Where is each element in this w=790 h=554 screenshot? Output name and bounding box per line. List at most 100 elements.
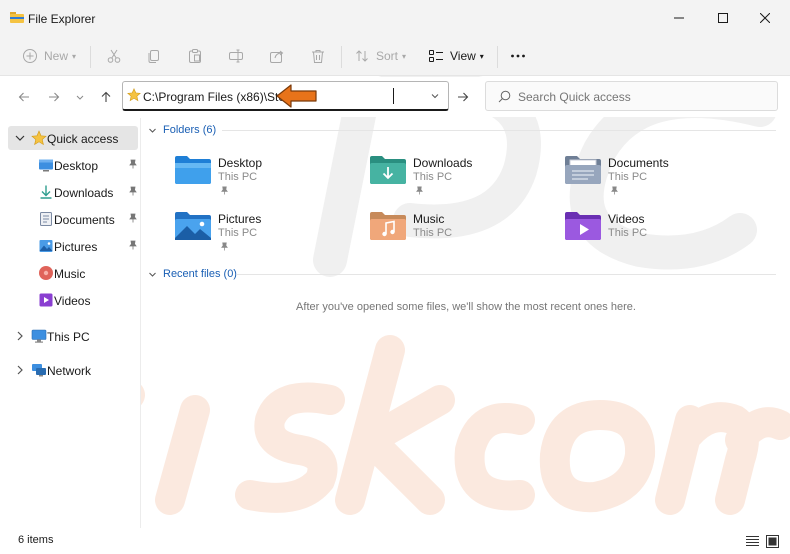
document-icon [40, 212, 52, 226]
pin-icon [129, 186, 137, 196]
search-input[interactable] [518, 89, 768, 105]
folder-tile-documents[interactable]: Documents This PC [564, 154, 754, 204]
folder-name: Pictures [218, 212, 262, 226]
cut-button[interactable] [106, 42, 122, 70]
sidebar-item-desktop[interactable]: Desktop [8, 153, 138, 177]
sidebar-item-label: Music [54, 267, 86, 281]
pictures-folder-icon [175, 212, 211, 240]
videos-folder-icon [565, 212, 601, 240]
arrow-left-icon [18, 92, 29, 102]
item-count: 6 items [18, 534, 54, 546]
chevron-down-icon[interactable] [14, 131, 26, 145]
forward-button[interactable] [44, 87, 64, 107]
view-list-icon [429, 50, 443, 62]
window-title: File Explorer [28, 12, 96, 26]
annotation-arrow [276, 84, 317, 108]
folder-location: This PC [218, 171, 258, 183]
sidebar-item-music[interactable]: Music [8, 261, 138, 285]
search-icon [498, 90, 511, 103]
chevron-down-icon [149, 272, 156, 277]
sidebar-item-downloads[interactable]: Downloads [8, 180, 138, 204]
sidebar-item-label: Pictures [54, 240, 98, 254]
copy-button[interactable] [146, 42, 162, 70]
close-icon [760, 13, 770, 23]
chevron-down-icon: ▾ [479, 51, 484, 61]
sort-icon [356, 50, 368, 62]
chevron-right-icon[interactable] [14, 329, 26, 343]
file-explorer-app-icon [10, 12, 24, 23]
folder-tile-desktop[interactable]: Desktop This PC [174, 154, 364, 204]
sidebar-item-documents[interactable]: Documents [8, 207, 138, 231]
paste-button[interactable] [187, 42, 203, 70]
text-cursor [393, 88, 394, 104]
group-header-label: Recent files (0) [163, 268, 237, 280]
sort-button[interactable]: Sort ▾ [354, 42, 406, 70]
music-folder-icon [370, 212, 406, 240]
view-button[interactable]: View ▾ [428, 42, 484, 70]
chevron-right-icon[interactable] [14, 363, 26, 377]
rename-icon [229, 49, 243, 63]
folder-tile-videos[interactable]: Videos This PC [564, 210, 754, 260]
back-button[interactable] [14, 87, 34, 107]
tiles-view-icon [765, 534, 779, 548]
command-bar: New ▾ Sort ▾ View ▾ [0, 36, 790, 76]
star-icon [31, 130, 47, 146]
sidebar-item-quick-access[interactable]: Quick access [8, 126, 138, 150]
folders-group-header[interactable]: Folders (6) [148, 124, 216, 136]
folder-tile-downloads[interactable]: Downloads This PC [369, 154, 559, 204]
folder-location: This PC [608, 171, 648, 183]
up-button[interactable] [96, 87, 116, 107]
sidebar-item-label: This PC [47, 330, 90, 344]
sidebar-item-network[interactable]: Network [8, 358, 138, 382]
group-header-label: Folders (6) [163, 124, 217, 136]
content-pane: Folders (6) Desktop This PC Downloads Th… [142, 118, 790, 528]
view-button-label: View [450, 49, 476, 63]
copy-icon [148, 50, 159, 63]
more-options-button[interactable] [510, 42, 526, 70]
delete-button[interactable] [310, 42, 326, 70]
chevron-down-icon: ▾ [402, 51, 407, 61]
folder-location: This PC [218, 227, 258, 239]
pin-icon [611, 186, 618, 195]
folder-tile-pictures[interactable]: Pictures This PC [174, 210, 364, 260]
maximize-icon [718, 13, 728, 23]
recent-locations-button[interactable] [70, 87, 90, 107]
more-dots-icon [511, 54, 525, 58]
download-arrow-icon [40, 185, 52, 199]
sidebar-item-pictures[interactable]: Pictures [8, 234, 138, 258]
share-button[interactable] [269, 42, 285, 70]
desktop-icon [39, 159, 53, 172]
picture-icon [39, 240, 53, 252]
pin-icon [129, 159, 137, 169]
sidebar-item-this-pc[interactable]: This PC [8, 324, 138, 348]
minimize-icon [674, 17, 684, 19]
sort-button-label: Sort [376, 49, 399, 63]
arrow-right-icon [458, 92, 469, 102]
address-row: C:\Program Files (x86)\Steam [0, 77, 790, 117]
minimize-button[interactable] [656, 0, 702, 36]
rename-button[interactable] [228, 42, 244, 70]
details-view-button[interactable] [744, 533, 760, 549]
recent-files-empty-message: After you've opened some files, we'll sh… [296, 301, 636, 313]
new-button[interactable]: New ▾ [22, 42, 76, 70]
desktop-folder-icon [175, 156, 211, 184]
go-button[interactable] [453, 87, 473, 107]
tiles-view-button[interactable] [764, 533, 780, 549]
chevron-down-icon [149, 128, 156, 133]
details-view-icon [745, 536, 759, 546]
paste-icon [189, 49, 201, 63]
chevron-down-icon[interactable] [430, 91, 440, 101]
pin-icon [129, 240, 137, 250]
maximize-button[interactable] [700, 0, 746, 36]
recent-files-group-header[interactable]: Recent files (0) [148, 268, 237, 280]
close-button[interactable] [742, 0, 788, 36]
star-icon [127, 88, 141, 102]
chevron-down-icon: ▾ [72, 51, 77, 61]
arrow-up-icon [101, 91, 111, 102]
folder-tile-music[interactable]: Music This PC [369, 210, 559, 260]
search-box[interactable] [485, 81, 778, 111]
folder-name: Videos [608, 212, 645, 226]
plus-circle-icon [23, 49, 37, 63]
folder-name: Downloads [413, 156, 473, 170]
sidebar-item-videos[interactable]: Videos [8, 288, 138, 312]
